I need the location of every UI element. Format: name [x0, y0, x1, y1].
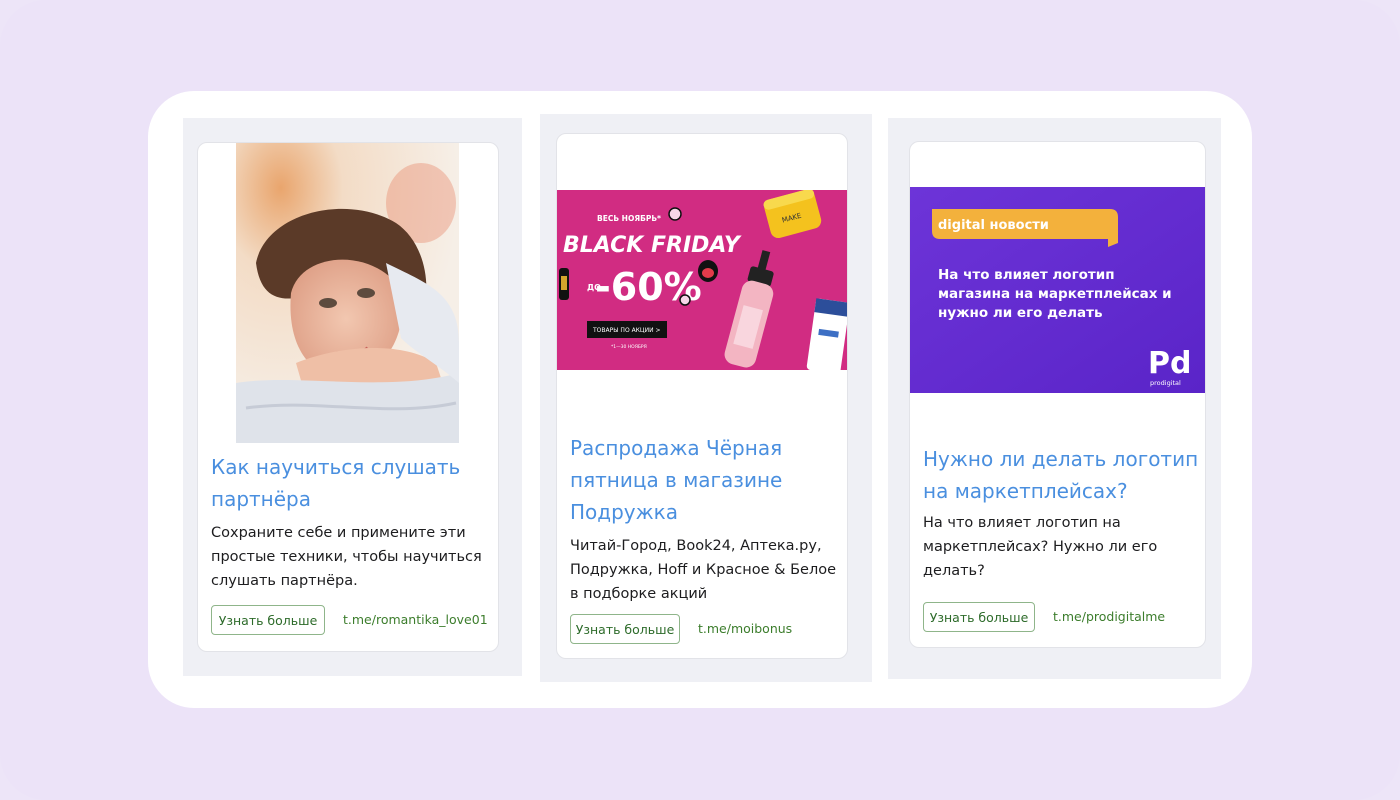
- ad-card-2[interactable]: ВЕСЬ НОЯБРЬ* BLACK FRIDAY ДО -60% ТОВАРЫ…: [556, 133, 848, 659]
- banner-footnote: *1—30 НОЯБРЯ: [611, 344, 647, 350]
- banner-headline: BLACK FRIDAY: [563, 233, 742, 258]
- card-title[interactable]: Нужно ли делать логотип на маркетплейсах…: [923, 443, 1203, 507]
- banner-cta: ТОВАРЫ ПО АКЦИИ >: [592, 327, 661, 334]
- card-description: Читай-Город, Book24, Аптека.ру, Подружка…: [570, 538, 836, 602]
- card-image-digital-news-banner: digital новости На что влияет логотип ма…: [910, 187, 1205, 393]
- channel-link[interactable]: t.me/romantika_love01: [343, 611, 488, 629]
- card-image-black-friday-banner: ВЕСЬ НОЯБРЬ* BLACK FRIDAY ДО -60% ТОВАРЫ…: [557, 190, 847, 370]
- ad-column-1: Как научиться слушать партнёра Сохраните…: [183, 118, 522, 676]
- card-title[interactable]: Распродажа Чёрная пятница в магазине Под…: [570, 432, 840, 528]
- preview-frame: Как научиться слушать партнёра Сохраните…: [148, 91, 1252, 708]
- ad-card-1[interactable]: Как научиться слушать партнёра Сохраните…: [197, 142, 499, 652]
- channel-link[interactable]: t.me/moibonus: [698, 620, 792, 638]
- card-description: Сохраните себе и примените эти простые т…: [211, 525, 482, 589]
- banner-text-line3: нужно ли его делать: [938, 305, 1103, 321]
- ad-card-3[interactable]: digital новости На что влияет логотип ма…: [909, 141, 1206, 648]
- ad-column-3: digital новости На что влияет логотип ма…: [888, 118, 1221, 679]
- banner-top-label: ВЕСЬ НОЯБРЬ*: [597, 214, 661, 223]
- prodigital-caption: prodigital: [1150, 379, 1181, 387]
- banner-text-line2: магазина на маркетплейсах и: [938, 286, 1172, 302]
- learn-more-button[interactable]: Узнать больше: [570, 614, 680, 644]
- learn-more-button[interactable]: Узнать больше: [211, 605, 325, 635]
- ad-column-2: ВЕСЬ НОЯБРЬ* BLACK FRIDAY ДО -60% ТОВАРЫ…: [540, 114, 872, 682]
- card-description: На что влияет логотип на маркетплейсах? …: [923, 515, 1158, 579]
- prodigital-logo-icon: Pd: [1148, 346, 1191, 381]
- learn-more-button[interactable]: Узнать больше: [923, 602, 1035, 632]
- card-title[interactable]: Как научиться слушать партнёра: [211, 451, 481, 515]
- channel-link[interactable]: t.me/prodigitalme: [1053, 608, 1165, 626]
- news-tag: digital новости: [938, 218, 1049, 233]
- banner-text-line1: На что влияет логотип: [938, 267, 1115, 283]
- card-image-portrait: [236, 143, 459, 443]
